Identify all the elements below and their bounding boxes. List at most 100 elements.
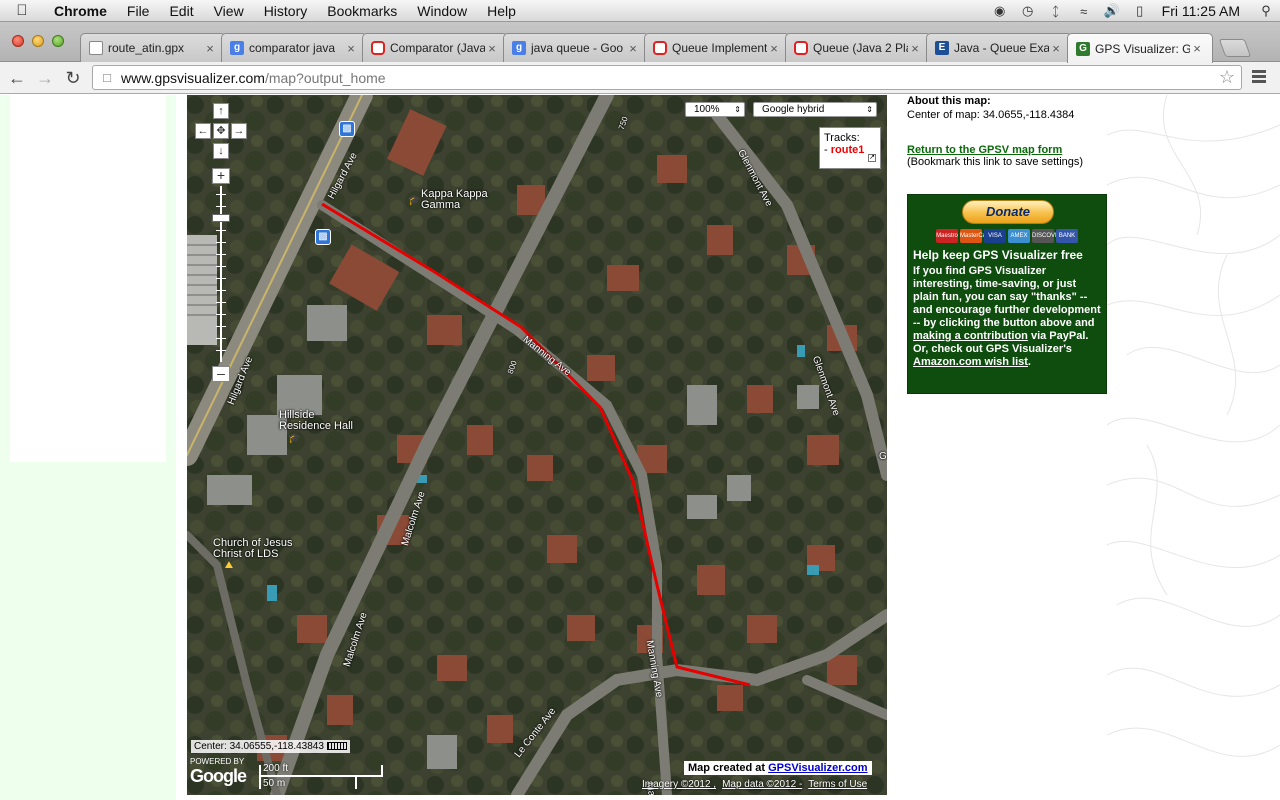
chrome-menu-icon[interactable] bbox=[1250, 68, 1268, 88]
donate-heading: Help keep GPS Visualizer free bbox=[913, 248, 1083, 262]
bluetooth-icon[interactable]: ᛨ bbox=[1042, 4, 1070, 19]
apple-menu-icon[interactable]:  bbox=[0, 2, 44, 19]
menu-edit[interactable]: Edit bbox=[159, 0, 203, 22]
poi-hillside-residence-hall[interactable]: Hillside Residence Hall bbox=[279, 410, 353, 432]
menu-history[interactable]: History bbox=[254, 0, 318, 22]
gps-visualizer-icon: G bbox=[1076, 41, 1090, 56]
school-cap-icon[interactable]: 🎓 bbox=[408, 195, 420, 207]
tab-close-icon[interactable]: × bbox=[626, 41, 640, 56]
tab-java-queue-search[interactable]: g java queue - Goo × bbox=[503, 33, 649, 62]
wifi-icon[interactable]: ≈ bbox=[1070, 4, 1098, 19]
window-minimize-button[interactable] bbox=[32, 35, 44, 47]
back-arrow-icon[interactable]: ← bbox=[6, 67, 28, 89]
tab-title: java queue - Goo bbox=[531, 41, 624, 55]
tab-title: comparator java bbox=[249, 41, 336, 55]
window-close-button[interactable] bbox=[12, 35, 24, 47]
address-bar[interactable]: □ www.gpsvisualizer.com/map?output_home … bbox=[92, 65, 1242, 90]
tab-java-queue-example[interactable]: E Java - Queue Exa × bbox=[926, 33, 1072, 62]
map-scale-bar: 200 ft 50 m bbox=[259, 763, 383, 791]
pan-up-icon[interactable]: ↑ bbox=[213, 103, 229, 119]
route1-link[interactable]: route1 bbox=[831, 144, 865, 156]
google-wordmark: Google bbox=[190, 766, 247, 786]
center-coords: Center: 34.06555,-118.43843 bbox=[194, 741, 324, 752]
menu-file[interactable]: File bbox=[117, 0, 160, 22]
poi-church-lds[interactable]: Church of Jesus Christ of LDS bbox=[213, 538, 292, 560]
map-info-panel: About this map: Center of map: 34.0655,-… bbox=[907, 95, 1107, 168]
bookmark-star-icon[interactable]: ☆ bbox=[1219, 67, 1235, 88]
poi-kappa-kappa-gamma[interactable]: Kappa Kappa Gamma bbox=[421, 189, 488, 211]
tab-gps-visualizer[interactable]: G GPS Visualizer: G × bbox=[1067, 33, 1213, 63]
google-icon: g bbox=[230, 41, 244, 55]
tab-title: Queue Implement bbox=[672, 41, 767, 55]
battery-icon[interactable]: ▯ bbox=[1126, 3, 1154, 19]
make-contribution-link[interactable]: making a contribution bbox=[913, 330, 1028, 342]
zoom-slider-track[interactable] bbox=[216, 186, 226, 362]
window-zoom-button[interactable] bbox=[52, 35, 64, 47]
pan-down-icon[interactable]: ↓ bbox=[213, 143, 229, 159]
tab-comparator-javadoc[interactable]: Comparator (Java × bbox=[362, 33, 508, 62]
terms-of-use-link[interactable]: Terms of Use bbox=[808, 779, 867, 790]
mastercard-icon: MasterCard bbox=[960, 229, 991, 243]
return-to-form-link[interactable]: Return to the GPSV map form bbox=[907, 144, 1107, 156]
pan-right-icon[interactable]: → bbox=[231, 123, 247, 139]
menu-window[interactable]: Window bbox=[407, 0, 477, 22]
poi-label: Kappa Kappa Gamma bbox=[421, 188, 488, 211]
map-type-select[interactable]: Google hybrid ⇕ bbox=[753, 102, 877, 117]
tab-close-icon[interactable]: × bbox=[767, 41, 781, 56]
donate-body-text-3: . bbox=[1027, 356, 1031, 368]
volume-icon[interactable]: 🔊 bbox=[1098, 3, 1126, 19]
address-url[interactable]: www.gpsvisualizer.com/map?output_home bbox=[121, 70, 386, 86]
tab-comparator-java-search[interactable]: g comparator java × bbox=[221, 33, 367, 62]
church-icon[interactable]: ⛰ bbox=[223, 560, 235, 572]
tab-close-icon[interactable]: × bbox=[485, 41, 499, 56]
menu-help[interactable]: Help bbox=[477, 0, 526, 22]
gpsvisualizer-link[interactable]: GPSVisualizer.com bbox=[768, 762, 867, 774]
map-data-credit[interactable]: Map data ©2012 - bbox=[722, 779, 802, 790]
map-attribution: Imagery ©2012 , Map data ©2012 - Terms of … bbox=[642, 779, 873, 790]
map-zoom-control: + – bbox=[212, 168, 230, 388]
ruler-icon[interactable] bbox=[326, 742, 347, 750]
google-map[interactable]: Kappa Kappa Gamma 🎓 Hillside Residence H… bbox=[187, 95, 887, 795]
menu-bookmarks[interactable]: Bookmarks bbox=[317, 0, 407, 22]
tab-close-icon[interactable]: × bbox=[908, 41, 922, 56]
tab-queue-implement[interactable]: Queue Implement × bbox=[644, 33, 790, 62]
menu-app-chrome[interactable]: Chrome bbox=[44, 0, 117, 22]
new-tab-button[interactable] bbox=[1218, 39, 1252, 57]
page-icon: □ bbox=[103, 70, 111, 85]
tab-close-icon[interactable]: × bbox=[203, 41, 217, 56]
payment-cards: Maestro MasterCard VISA AMEX DISCOVER BA… bbox=[936, 229, 1101, 243]
google-logo[interactable]: POWERED BY Google bbox=[190, 757, 247, 787]
paypal-donate-button[interactable]: Donate bbox=[962, 200, 1054, 224]
zoom-in-button[interactable]: + bbox=[212, 168, 230, 184]
zoom-out-button[interactable]: – bbox=[212, 366, 230, 382]
history-clock-icon[interactable]: ◷ bbox=[1014, 3, 1042, 19]
forward-arrow-icon[interactable]: → bbox=[34, 67, 56, 89]
tab-close-icon[interactable]: × bbox=[344, 41, 358, 56]
amazon-wishlist-link[interactable]: Amazon.com wish list bbox=[913, 356, 1028, 368]
zoom-slider-handle[interactable] bbox=[212, 214, 230, 222]
tab-close-icon[interactable]: × bbox=[1049, 41, 1063, 56]
bus-stop-icon[interactable]: ▩ bbox=[315, 229, 331, 245]
tab-title: Java - Queue Exa bbox=[954, 41, 1049, 55]
tab-queue-java2[interactable]: Queue (Java 2 Pla × bbox=[785, 33, 931, 62]
menubar-clock[interactable]: Fri 11:25 AM bbox=[1154, 3, 1252, 19]
tab-close-icon[interactable]: × bbox=[1190, 41, 1204, 56]
scale-meters-label: 50 m bbox=[263, 778, 286, 789]
pan-left-icon[interactable]: ← bbox=[195, 123, 211, 139]
imagery-credit[interactable]: Imagery ©2012 , bbox=[642, 779, 716, 790]
map-created-prefix: Map created at bbox=[688, 762, 766, 774]
bus-stop-icon[interactable]: ▩ bbox=[339, 121, 355, 137]
time-machine-icon[interactable]: ◉ bbox=[986, 3, 1014, 19]
school-cap-icon[interactable]: 🎓 bbox=[288, 433, 300, 445]
oracle-icon bbox=[794, 41, 808, 55]
reload-icon[interactable]: ↻ bbox=[62, 67, 84, 89]
macos-menu-bar:  Chrome File Edit View History Bookmark… bbox=[0, 0, 1280, 22]
discover-card-icon: DISCOVER bbox=[1032, 229, 1063, 243]
external-link-icon[interactable]: ↗ bbox=[868, 154, 876, 162]
map-zoom-select[interactable]: 100% ⇕ bbox=[685, 102, 745, 117]
tab-title: GPS Visualizer: G bbox=[1095, 41, 1190, 56]
tab-route-gpx[interactable]: route_atin.gpx × bbox=[80, 33, 226, 62]
pan-center-icon[interactable]: ✥ bbox=[213, 123, 229, 139]
spotlight-search-icon[interactable]: ⚲ bbox=[1252, 3, 1280, 19]
menu-view[interactable]: View bbox=[204, 0, 254, 22]
